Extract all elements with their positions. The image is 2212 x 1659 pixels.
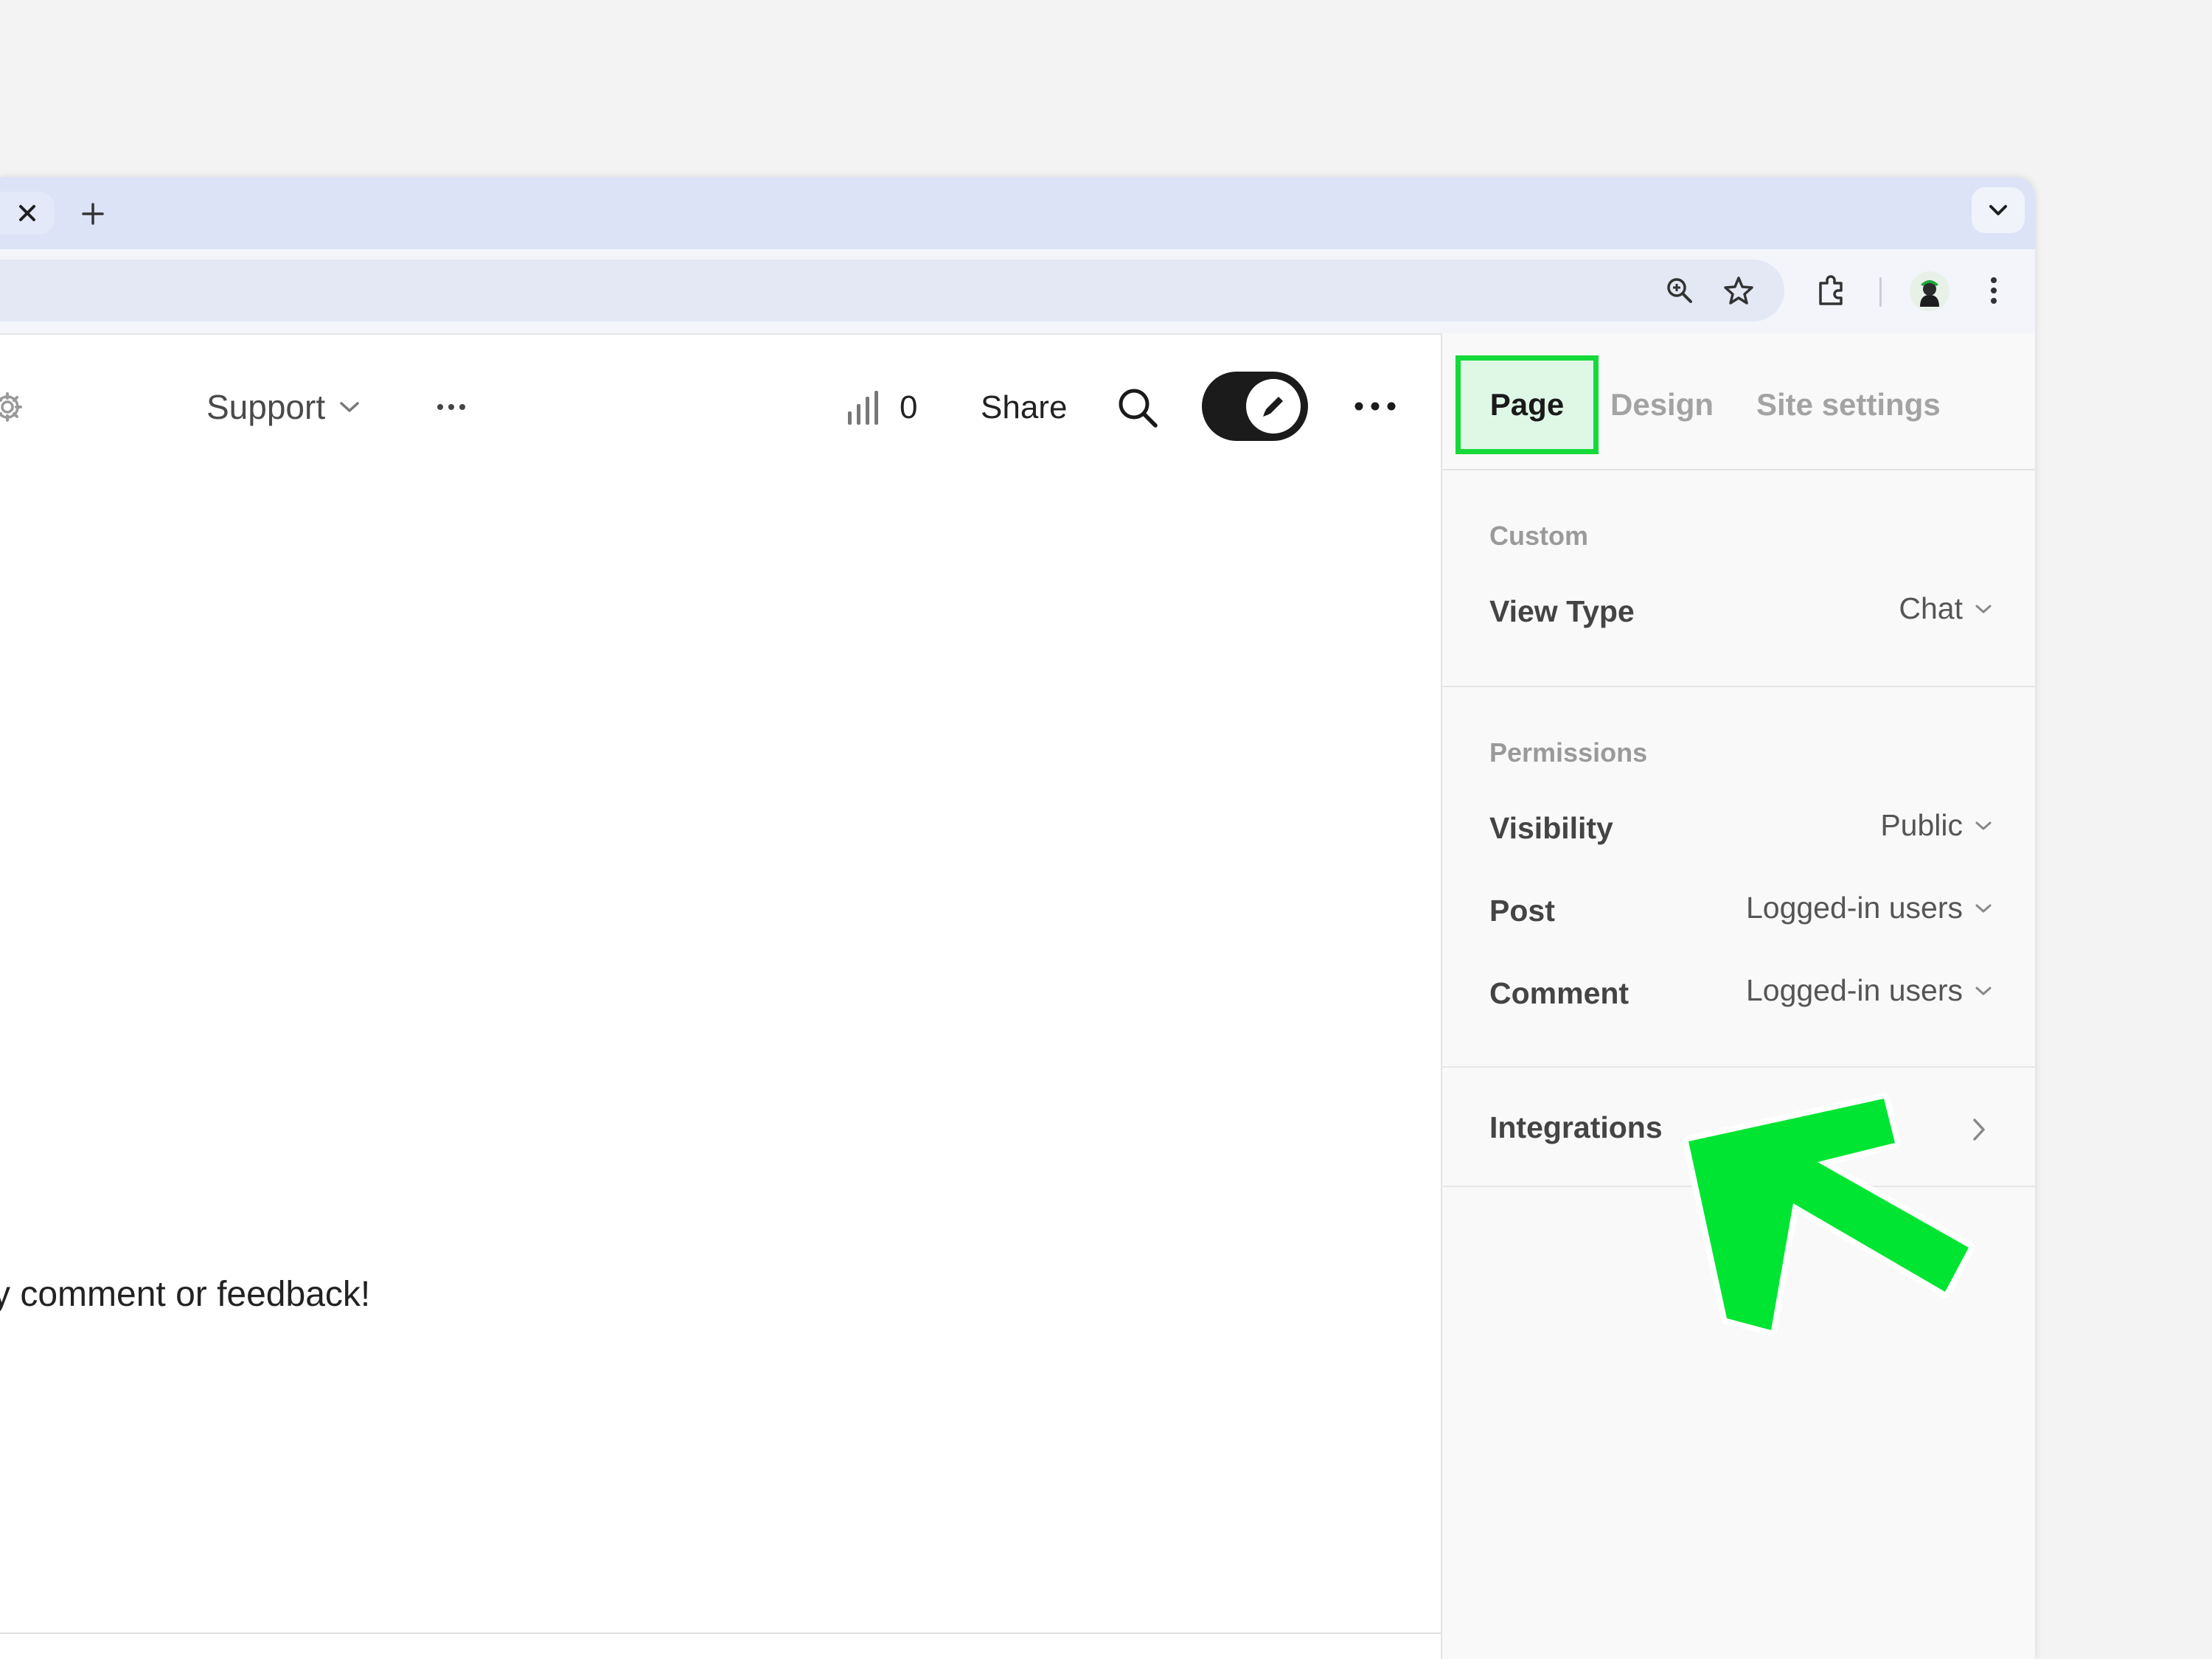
chevron-down-icon [1989, 205, 2007, 215]
comment-value: Logged-in users [1745, 973, 1963, 1007]
visibility-label: Visibility [1489, 811, 1613, 845]
view-type-value: Chat [1899, 591, 1963, 625]
permissions-section: Permissions Visibility Public Post Logge… [1442, 687, 2035, 1068]
profile-avatar[interactable] [1910, 271, 1950, 311]
integrations-label: Integrations [1489, 1110, 1663, 1144]
close-icon [19, 205, 35, 221]
view-type-dropdown[interactable]: Chat [1899, 591, 1992, 626]
chevron-down-icon [340, 402, 359, 412]
share-button[interactable]: Share [981, 382, 1067, 434]
new-tab-button[interactable] [72, 193, 114, 234]
tab-site-settings[interactable]: Site settings [1756, 355, 1941, 454]
visibility-dropdown[interactable]: Public [1880, 808, 1992, 843]
support-menu-label: Support [206, 388, 326, 426]
ellipsis-icon [1354, 402, 1396, 411]
kebab-menu-icon [1991, 277, 1997, 304]
settings-panel: Page Design Site settings Custom View Ty… [1441, 333, 2035, 1659]
browser-toolbar [0, 249, 2035, 333]
post-value: Logged-in users [1745, 891, 1963, 925]
plus-icon [82, 203, 104, 225]
support-menu[interactable]: Support [206, 382, 361, 432]
chevron-down-icon [1975, 904, 1992, 912]
search-icon [1119, 389, 1158, 428]
page-message-text: y comment or feedback! [0, 1275, 371, 1314]
custom-section: Custom View Type Chat [1442, 470, 2035, 687]
visibility-value: Public [1880, 808, 1963, 842]
close-tab-button[interactable] [0, 192, 55, 234]
browser-menu-button[interactable] [1973, 270, 2014, 311]
view-type-label: View Type [1489, 594, 1635, 628]
chevron-down-icon [1975, 605, 1992, 613]
bar-chart-icon [848, 391, 878, 425]
gear-icon [0, 392, 22, 422]
search-button[interactable] [1112, 382, 1164, 434]
comment-dropdown[interactable]: Logged-in users [1746, 973, 1992, 1008]
bookmark-button[interactable] [1718, 270, 1759, 311]
stats-count: 0 [900, 389, 918, 425]
tab-strip [0, 177, 2035, 249]
post-label: Post [1489, 894, 1555, 928]
edit-mode-toggle[interactable] [1202, 372, 1308, 441]
address-bar[interactable] [0, 260, 1784, 321]
avatar-icon [1910, 271, 1950, 311]
bookmark-star-icon [1724, 276, 1753, 305]
settings-button[interactable] [0, 385, 29, 429]
pencil-icon [1263, 397, 1283, 417]
comment-label: Comment [1489, 976, 1630, 1010]
main-content: Support 0 Share y comment or feedback! [0, 333, 1441, 1659]
annotation-arrow [1683, 1093, 1975, 1336]
page-more-button[interactable] [1349, 383, 1401, 429]
panel-tabs: Page Design Site settings [1442, 333, 2035, 470]
browser-window: Support 0 Share y comment or feedback! P… [0, 177, 2035, 1659]
chevron-down-icon [1975, 987, 1992, 995]
toolbar-separator [1879, 277, 1882, 307]
custom-heading: Custom [1489, 521, 1588, 551]
extensions-icon [1819, 275, 1843, 305]
edit-toggle-knob [1246, 379, 1301, 434]
content-divider [0, 1632, 1441, 1634]
tab-page[interactable]: Page [1455, 355, 1599, 454]
space-more-button[interactable] [431, 386, 472, 428]
zoom-button[interactable] [1659, 270, 1700, 311]
post-dropdown[interactable]: Logged-in users [1746, 891, 1992, 925]
tab-design[interactable]: Design [1610, 355, 1714, 454]
ellipsis-icon [437, 404, 465, 410]
zoom-icon [1667, 278, 1692, 303]
chevron-down-icon [1975, 821, 1992, 830]
stats-button[interactable]: 0 [846, 382, 917, 434]
extensions-button[interactable] [1810, 270, 1851, 311]
tab-search-button[interactable] [1972, 187, 2025, 233]
permissions-heading: Permissions [1489, 737, 1648, 768]
